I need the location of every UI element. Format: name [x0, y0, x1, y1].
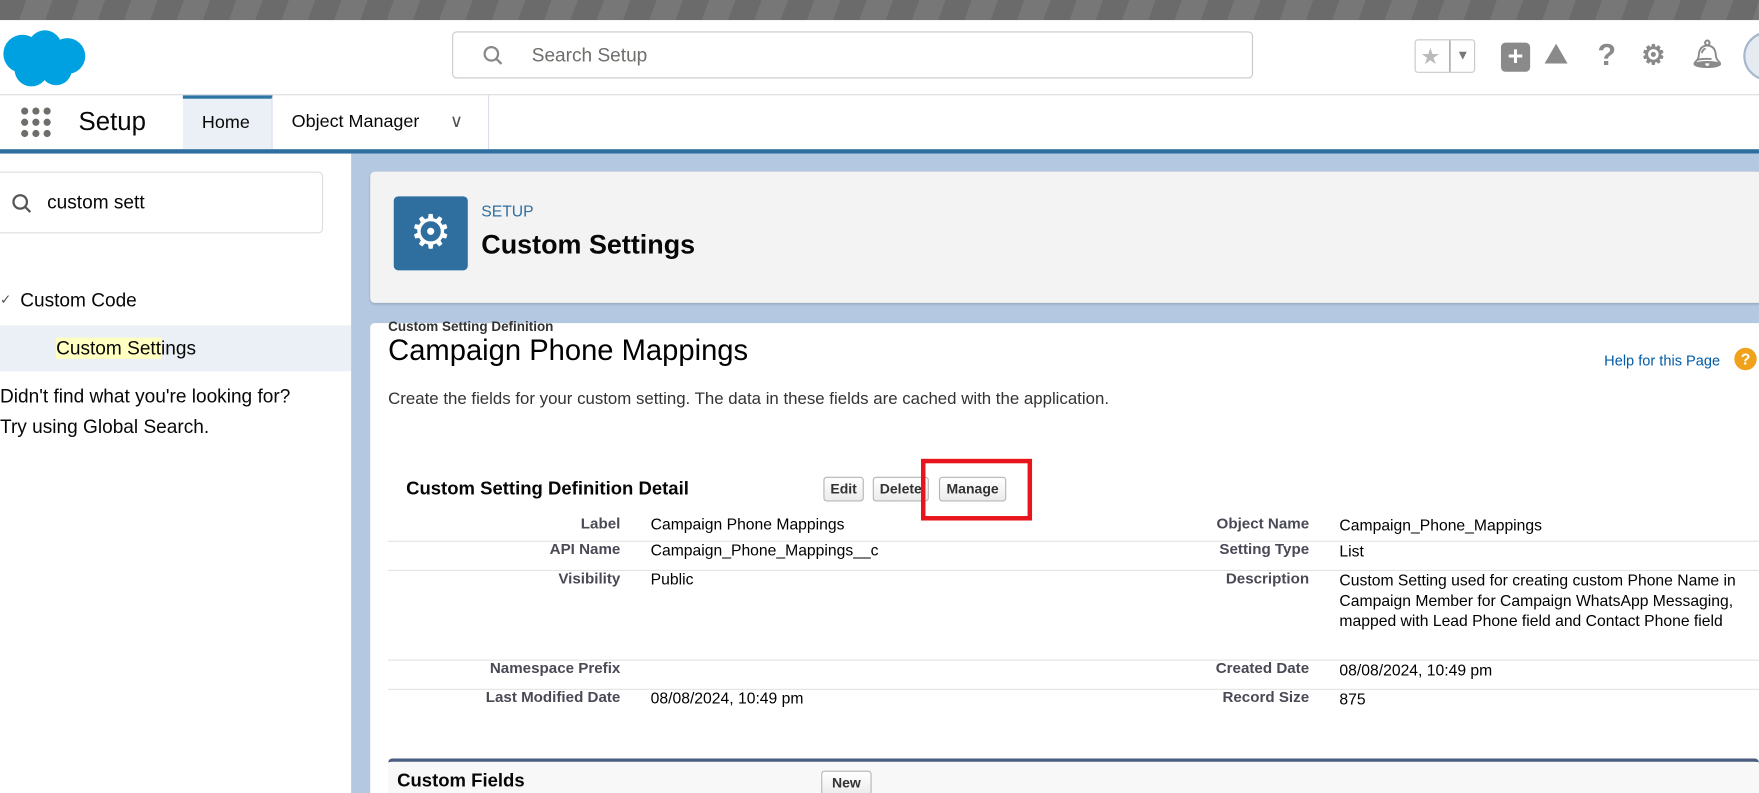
custom-fields-section: Custom Fields New [388, 758, 1759, 793]
detail-row: Label Campaign Phone Mappings Object Nam… [388, 515, 1759, 542]
field-label: Object Name [1216, 514, 1310, 532]
page-header: ⚙ SETUP Custom Settings [370, 171, 1759, 303]
search-icon [12, 194, 32, 213]
sidebar-item-custom-settings[interactable]: Custom Settings [0, 325, 352, 372]
sidebar-group-custom-code[interactable]: Custom Code [20, 289, 137, 311]
field-label: Namespace Prefix [489, 659, 621, 677]
edit-button[interactable]: Edit [823, 476, 864, 502]
add-icon[interactable]: + [1500, 42, 1531, 72]
record-title: Campaign Phone Mappings [388, 333, 749, 367]
field-label: Label [580, 514, 621, 532]
sidebar-item-label: ings [161, 337, 197, 359]
favorites-button[interactable]: ★ ▼ [1414, 39, 1476, 73]
detail-row: Last Modified Date 08/08/2024, 10:49 pm … [388, 689, 1759, 718]
field-label: Setting Type [1219, 540, 1310, 558]
field-label: Record Size [1222, 688, 1310, 706]
custom-fields-title: Custom Fields [397, 770, 525, 791]
field-value: List [1339, 541, 1364, 560]
field-label: Last Modified Date [485, 688, 621, 706]
field-value: 875 [1339, 689, 1366, 708]
tab-label: Home [201, 113, 250, 133]
global-search-hint: Try using Global Search. [0, 416, 210, 438]
help-link[interactable]: Help for this Page [1604, 352, 1720, 369]
gear-icon: ⚙ [393, 196, 468, 271]
avatar[interactable] [1743, 31, 1759, 81]
tab-label: Object Manager [291, 112, 420, 132]
field-value: Campaign_Phone_Mappings [1339, 516, 1543, 534]
help-icon[interactable]: ? [1597, 38, 1616, 73]
star-icon: ★ [1420, 44, 1441, 70]
search-icon [483, 45, 503, 65]
field-label: Visibility [558, 569, 621, 587]
field-label: Description [1225, 569, 1310, 587]
help-icon[interactable]: ? [1734, 347, 1757, 371]
page-eyebrow: SETUP [481, 201, 534, 220]
setup-search-input[interactable]: Search Setup [452, 31, 1254, 79]
global-header: Search Setup ★ ▼ + ⛰ ? ⚙ 🔔︎ [0, 20, 1759, 96]
new-field-button[interactable]: New [821, 770, 872, 793]
field-value: Custom Setting used for creating custom … [1339, 570, 1736, 630]
caret-down-icon: ▼ [1456, 47, 1470, 63]
field-value: 08/08/2024, 10:49 pm [1339, 660, 1493, 679]
detail-row: API Name Campaign_Phone_Mappings__c Sett… [388, 541, 1759, 571]
browser-title-bar [0, 0, 1759, 21]
trailhead-icon[interactable]: ⛰ [1545, 39, 1568, 70]
page-title: Custom Settings [481, 229, 696, 261]
detail-row: Namespace Prefix Created Date 08/08/2024… [388, 660, 1759, 690]
salesforce-logo[interactable] [0, 29, 90, 87]
field-label: Created Date [1215, 659, 1310, 677]
search-match-highlight: Custom Sett [56, 337, 162, 359]
search-placeholder: Search Setup [531, 44, 648, 67]
detail-row: Visibility Public Description Custom Set… [388, 570, 1759, 661]
bell-icon[interactable]: 🔔︎ [1691, 38, 1725, 71]
app-name: Setup [78, 106, 146, 136]
tab-home[interactable]: Home [182, 95, 273, 150]
detail-section-title: Custom Setting Definition Detail [406, 479, 689, 500]
not-found-text: Didn't find what you're looking for? [0, 385, 291, 408]
tab-object-manager[interactable]: Object Manager ∨ [273, 95, 490, 150]
setup-sidebar: custom sett ✓ Custom Code Custom Setting… [0, 153, 352, 793]
chevron-down-icon[interactable]: ✓ [0, 292, 11, 308]
page-description: Create the fields for your custom settin… [388, 389, 1110, 409]
nav-bar: Setup Home Object Manager ∨ [0, 95, 1759, 150]
highlight-annotation-box [920, 458, 1033, 521]
quick-find-value: custom sett [47, 191, 145, 214]
gear-icon[interactable]: ⚙ [1641, 39, 1665, 72]
field-label: API Name [549, 540, 621, 558]
quick-find-input[interactable]: custom sett [0, 171, 324, 234]
chevron-down-icon[interactable]: ∨ [450, 95, 463, 149]
app-launcher-icon[interactable] [20, 107, 54, 141]
